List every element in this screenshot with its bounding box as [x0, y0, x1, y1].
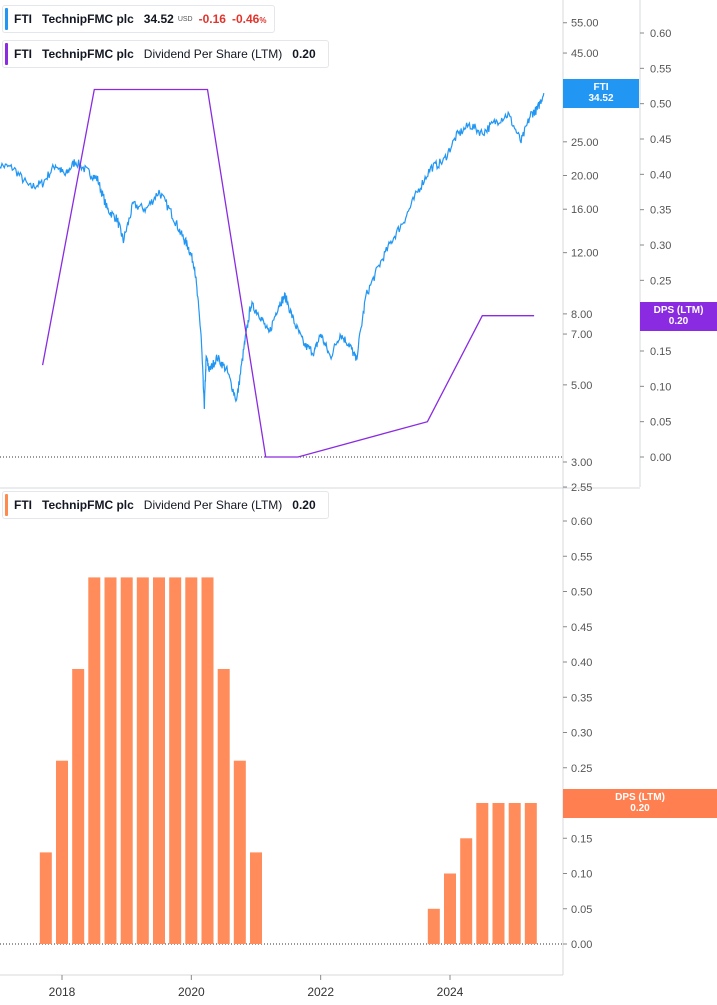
- dps-tag-value: 0.20: [668, 316, 689, 327]
- price-tick-label: 7.00: [571, 329, 592, 341]
- dps-bar: [120, 577, 133, 944]
- pct-sign: %: [259, 16, 267, 25]
- legend-symbol: FTI: [14, 498, 32, 512]
- dps-bar-color: [5, 494, 8, 516]
- dps-tick-label: 0.35: [650, 205, 671, 217]
- legend-company: TechnipFMC plc: [42, 47, 134, 61]
- bar-tick-label: 0.40: [571, 657, 592, 669]
- dps-bar: [72, 669, 85, 944]
- dps-bar: [233, 760, 246, 944]
- dps-bar: [217, 669, 230, 944]
- dps-bar: [476, 803, 489, 944]
- year-tick-label: 2018: [49, 985, 76, 999]
- price-tick-label: 12.00: [571, 248, 599, 260]
- dps-tick-label: 0.05: [650, 417, 671, 429]
- dps-legend-bottom[interactable]: FTI TechnipFMC plc Dividend Per Share (L…: [2, 491, 329, 519]
- price-axis-tag: FTI 34.52: [563, 79, 639, 108]
- bar-tick-label: 0.10: [571, 869, 592, 881]
- legend-symbol: FTI: [14, 12, 32, 26]
- bottom-panel-bars: [39, 577, 537, 945]
- dps-bar: [524, 803, 537, 944]
- bar-tick-label: 0.60: [571, 516, 592, 528]
- year-tick-label: 2020: [178, 985, 205, 999]
- bar-tick-label: 0.35: [571, 692, 592, 704]
- dps-bar-tag-label: DPS (LTM): [615, 792, 665, 803]
- dps-bar: [39, 852, 52, 944]
- legend-change: -0.16: [198, 12, 226, 26]
- legend-metric-value: 0.20: [292, 47, 316, 61]
- dps-line: [41, 88, 535, 458]
- legend-change-pct: -0.46%: [232, 12, 266, 26]
- legend-metric: Dividend Per Share (LTM): [143, 498, 283, 512]
- top-panel-series: [0, 88, 545, 458]
- dps-bar: [492, 803, 505, 944]
- dps-bar-tag-value: 0.20: [630, 803, 650, 814]
- price-tick-label: 8.00: [571, 309, 592, 321]
- dps-bar: [444, 873, 456, 944]
- dps-bar: [427, 908, 440, 945]
- bar-tick-label: 0.00: [571, 939, 592, 951]
- dps-tick-label: 0.15: [650, 346, 671, 358]
- dps-bar: [508, 803, 521, 944]
- bar-tick-label: 0.45: [571, 622, 592, 634]
- legend-currency: USD: [177, 15, 193, 23]
- price-tick-label: 16.00: [571, 204, 599, 216]
- dps-tick-label: 0.50: [650, 99, 671, 111]
- dps-bar: [185, 577, 198, 944]
- dps-series-color: [5, 43, 8, 65]
- bar-tick-label: 0.05: [571, 904, 592, 916]
- dps-bar: [104, 577, 117, 944]
- dps-bar: [169, 577, 182, 944]
- price-series-color: [5, 8, 8, 30]
- dps-bar: [56, 760, 68, 944]
- bar-tick-label: 0.50: [571, 587, 592, 599]
- dps-tick-label: 0.00: [650, 452, 671, 464]
- dps-tick-label: 0.55: [650, 63, 671, 75]
- dps-tick-label: 0.45: [650, 134, 671, 146]
- year-tick-label: 2022: [307, 985, 334, 999]
- dps-tick-label: 0.10: [650, 381, 671, 393]
- change-pct-value: -0.46: [231, 12, 260, 26]
- dps-bar: [201, 577, 214, 944]
- dps-bar: [460, 838, 473, 945]
- legend-symbol: FTI: [14, 47, 32, 61]
- bar-tick-label: 0.55: [571, 551, 592, 563]
- dps-tick-label: 0.40: [650, 169, 671, 181]
- price-tag-label: FTI: [593, 82, 609, 93]
- price-tick-label: 45.00: [571, 48, 599, 60]
- price-tick-label: 5.00: [571, 380, 592, 392]
- dps-tick-label: 0.60: [650, 28, 671, 40]
- bar-tick-label: 0.15: [571, 833, 592, 845]
- dps-tick-label: 0.25: [650, 275, 671, 287]
- bar-tick-label: 0.25: [571, 763, 592, 775]
- price-tick-label: 55.00: [571, 18, 599, 30]
- dps-tick-label: 0.30: [650, 240, 671, 252]
- legend-company: TechnipFMC plc: [42, 498, 134, 512]
- year-tick-label: 2024: [437, 985, 464, 999]
- price-tag-value: 34.52: [588, 93, 614, 104]
- price-tick-label: 20.00: [571, 171, 599, 183]
- dps-legend-top[interactable]: FTI TechnipFMC plc Dividend Per Share (L…: [2, 40, 329, 68]
- dps-bar: [250, 852, 262, 944]
- dps-axis-tag-bottom: DPS (LTM) 0.20: [563, 789, 717, 818]
- dps-bar: [153, 577, 165, 944]
- legend-metric: Dividend Per Share (LTM): [143, 47, 283, 61]
- price-legend[interactable]: FTI TechnipFMC plc 34.52 USD -0.16 -0.46…: [2, 5, 276, 33]
- price-tick-label: 25.00: [571, 137, 599, 149]
- legend-metric-value: 0.20: [292, 498, 316, 512]
- price-tick-label: 3.00: [571, 457, 592, 469]
- dps-tag-label: DPS (LTM): [653, 305, 704, 316]
- dps-bar: [88, 577, 101, 944]
- dps-bar: [136, 577, 149, 944]
- dps-axis-tag-top: DPS (LTM) 0.20: [640, 302, 717, 331]
- legend-price: 34.52: [143, 12, 174, 26]
- legend-company: TechnipFMC plc: [42, 12, 134, 26]
- price-line: [0, 92, 545, 409]
- bar-tick-label: 0.30: [571, 728, 592, 740]
- bar-tick-label: 2.55: [571, 482, 592, 494]
